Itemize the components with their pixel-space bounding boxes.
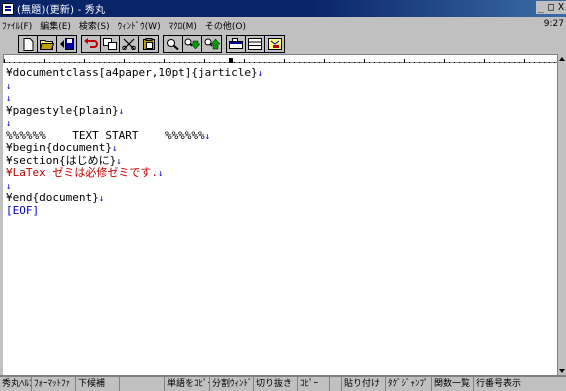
find-button[interactable] (164, 36, 183, 52)
open-file-button[interactable] (38, 36, 57, 52)
split-window-icon (248, 38, 262, 50)
return-mark: ↓ (6, 81, 12, 92)
undo-button[interactable] (82, 36, 101, 52)
editor-line: ¥pagestyle{plain}↓ (6, 103, 557, 118)
line-text: ¥documentclass[a4paper,10pt]{jarticle} (6, 66, 258, 79)
find-up-icon (204, 38, 220, 50)
scroll-down-arrow-icon (559, 368, 565, 373)
window-button[interactable] (227, 36, 246, 52)
paste-icon (142, 38, 155, 50)
fkey-7[interactable]: 切り抜き (254, 377, 298, 391)
menu-window[interactable]: ｳｨﾝﾄﾞｳ(W) (114, 19, 165, 32)
help-button[interactable] (265, 36, 284, 52)
split-window-button[interactable] (246, 36, 265, 52)
copy-icon (103, 38, 117, 50)
cut-button[interactable] (120, 36, 139, 52)
scroll-up-button[interactable] (558, 54, 566, 63)
menu-edit[interactable]: 編集(E) (36, 19, 75, 32)
line-text: %%%%%% TEXT START %%%%%% (6, 128, 205, 142)
line-text: ¥pagestyle{plain} (6, 103, 119, 117)
title-bar[interactable]: (無題)(更新) - 秀丸 _ □ X (0, 0, 566, 17)
menu-macro[interactable]: ﾏｸﾛ(M) (165, 19, 201, 32)
fkey-2[interactable]: ﾌｫｰﾏｯﾄﾌｧ (32, 377, 76, 391)
find-prev-button[interactable] (202, 36, 221, 52)
toolbar-group-edit (81, 35, 159, 53)
eof-marker: [EOF] (6, 203, 557, 218)
fkey-13[interactable]: 行番号表示 (474, 377, 526, 391)
find-next-button[interactable] (183, 36, 202, 52)
line-text: ¥section{はじめに} (6, 153, 117, 167)
return-mark: ↓ (6, 94, 12, 104)
fkey-3[interactable]: 下候補 (76, 377, 120, 391)
return-mark: ↓ (98, 194, 105, 204)
scissors-icon (122, 38, 136, 50)
return-mark: ↓ (116, 156, 122, 167)
return-mark: ↓ (6, 119, 12, 129)
new-file-icon (23, 37, 33, 51)
toolbar-group-file (18, 35, 77, 53)
paste-button[interactable] (139, 36, 158, 52)
menu-other[interactable]: その他(O) (201, 19, 250, 32)
function-key-bar: 秀丸ﾍﾙﾌﾟ ﾌｫｰﾏｯﾄﾌｧ 下候補 単語をｺﾋﾟｰ 分割ｳｨﾝﾄﾞ 切り抜き… (0, 377, 566, 391)
line-text: ¥end{document} (6, 191, 99, 204)
help-icon (267, 38, 282, 50)
line-text: [EOF] (6, 203, 40, 217)
fkey-4[interactable] (120, 377, 165, 391)
line-text: ¥LaTex ゼミは必修ゼミです. (6, 166, 158, 179)
scroll-up-arrow-icon (559, 56, 565, 61)
ruler (3, 54, 561, 65)
editor-line: ¥documentclass[a4paper,10pt]{jarticle}↓ (6, 66, 557, 80)
save-icon (59, 38, 74, 50)
fkey-12[interactable]: 関数一覧 (432, 377, 474, 391)
app-icon[interactable] (2, 2, 14, 15)
editor-line: ↓ (6, 80, 557, 93)
window-title: (無題)(更新) - 秀丸 (17, 5, 106, 16)
menu-bar: ﾌｧｲﾙ(F) 編集(E) 検索(S) ｳｨﾝﾄﾞｳ(W) ﾏｸﾛ(M) その他… (0, 17, 566, 33)
window-controls: _ □ X (536, 1, 566, 14)
toolbar (0, 34, 566, 54)
maximize-button[interactable]: □ (546, 1, 556, 14)
return-mark: ↓ (204, 131, 211, 142)
undo-icon (84, 38, 98, 48)
close-button[interactable]: X (556, 1, 566, 14)
line-text: ¥begin{document} (6, 141, 112, 154)
find-down-icon (184, 38, 200, 50)
return-mark: ↓ (157, 169, 164, 179)
text-editor[interactable]: ¥documentclass[a4paper,10pt]{jarticle}↓ … (3, 63, 557, 375)
toolbar-group-view (226, 35, 285, 53)
menu-search[interactable]: 検索(S) (75, 19, 114, 32)
fkey-9[interactable] (330, 377, 342, 391)
return-mark: ↓ (111, 144, 118, 154)
fkey-5[interactable]: 単語をｺﾋﾟｰ (165, 377, 210, 391)
return-mark: ↓ (118, 106, 125, 117)
save-file-button[interactable] (57, 36, 76, 52)
copy-button[interactable] (101, 36, 120, 52)
vertical-scrollbar[interactable] (557, 54, 566, 375)
toolbar-group-search (163, 35, 222, 53)
magnifier-icon (167, 39, 179, 50)
minimize-button[interactable]: _ (536, 1, 546, 14)
fkey-8[interactable]: ｺﾋﾟｰ (298, 377, 330, 391)
editor-line: ¥LaTex ゼミは必修ゼミです.↓ (6, 166, 557, 180)
fkey-11[interactable]: ﾀｸﾞｼﾞｬﾝﾌﾟ (386, 377, 432, 391)
return-mark: ↓ (257, 69, 264, 79)
window-icon (229, 38, 243, 49)
fkey-10[interactable]: 貼り付け (342, 377, 386, 391)
scroll-down-button[interactable] (558, 366, 566, 375)
menu-file[interactable]: ﾌｧｲﾙ(F) (0, 19, 36, 32)
editor-line: ¥end{document}↓ (6, 191, 557, 205)
clock: 9:27 (543, 19, 564, 29)
fkey-1[interactable]: 秀丸ﾍﾙﾌﾟ (0, 377, 32, 391)
folder-open-icon (40, 40, 54, 50)
fkey-6[interactable]: 分割ｳｨﾝﾄﾞ (210, 377, 254, 391)
new-file-button[interactable] (19, 36, 38, 52)
return-mark: ↓ (6, 181, 12, 192)
